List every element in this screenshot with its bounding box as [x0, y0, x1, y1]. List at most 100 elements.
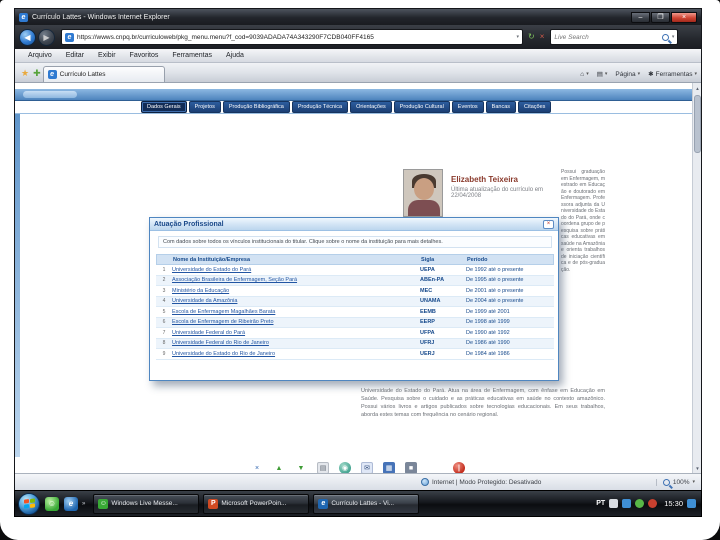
- lattes-tab-dados-gerais[interactable]: Dados Gerais: [141, 101, 187, 113]
- title-bar[interactable]: e Currículo Lattes - Windows Internet Ex…: [15, 9, 701, 25]
- address-input[interactable]: [77, 33, 514, 41]
- search-dropdown-icon[interactable]: ▾: [672, 34, 675, 40]
- lattes-nav-tabs: Dados Gerais Projetos Produção Bibliográ…: [15, 101, 701, 114]
- institution-sigla: ABEn-PA: [420, 277, 445, 284]
- institution-sigla: EERP: [420, 319, 435, 326]
- institution-sigla: MEC: [420, 287, 433, 294]
- page-menu-button[interactable]: Página ▾: [615, 71, 640, 78]
- row-number: 2: [162, 277, 166, 284]
- menu-ajuda[interactable]: Ajuda: [219, 52, 251, 59]
- lattes-tab-bancas[interactable]: Bancas: [485, 101, 517, 113]
- menu-favoritos[interactable]: Favoritos: [123, 52, 166, 59]
- address-dropdown-icon[interactable]: ▾: [516, 34, 519, 40]
- institution-link[interactable]: Universidade Federal do Rio de Janeiro: [172, 340, 420, 346]
- institution-link[interactable]: Ministério da Educação: [172, 288, 420, 294]
- menu-arquivo[interactable]: Arquivo: [21, 52, 59, 59]
- lattes-tab-citacoes[interactable]: Citações: [518, 101, 552, 113]
- lattes-tab-eventos[interactable]: Eventos: [451, 101, 484, 113]
- header-periodo: Período: [467, 256, 488, 263]
- institution-periodo: De 1990 até 1992: [466, 329, 510, 336]
- close-icon[interactable]: ×: [251, 462, 263, 473]
- institution-link[interactable]: Universidade do Estado do Pará: [172, 267, 420, 273]
- taskbar-button-ie[interactable]: e Currículo Lattes - Vi...: [313, 493, 420, 514]
- institution-link[interactable]: Escola de Enfermagem de Ribeirão Preto: [172, 319, 420, 325]
- scrollbar-down-icon[interactable]: ▼: [693, 463, 701, 473]
- lattes-logo: [23, 91, 77, 98]
- institution-link[interactable]: Escola de Enfermagem Magalhães Barata: [172, 309, 420, 315]
- close-button[interactable]: ×: [671, 11, 697, 23]
- lattes-tab-projetos[interactable]: Projetos: [188, 101, 221, 113]
- address-favicon: e: [65, 32, 74, 42]
- menu-editar[interactable]: Editar: [59, 52, 91, 59]
- institution-link[interactable]: Universidade do Estado do Rio de Janeiro: [172, 351, 420, 357]
- forward-button[interactable]: ▶: [38, 28, 55, 46]
- quicklaunch-messenger-icon[interactable]: ☺: [45, 496, 59, 511]
- powerpoint-icon: P: [208, 498, 219, 509]
- quicklaunch-chevron-icon[interactable]: »: [82, 501, 85, 507]
- print-caret-icon: ▾: [604, 71, 608, 77]
- search-icon[interactable]: [661, 33, 669, 41]
- scrollbar-up-icon[interactable]: ▲: [693, 83, 701, 93]
- help-icon[interactable]: ■: [405, 462, 417, 473]
- quicklaunch-ie-icon[interactable]: e: [64, 496, 78, 511]
- dialog-intro-text: Com dados sobre todos os vínculos instit…: [158, 236, 552, 248]
- back-button[interactable]: ◀: [19, 28, 36, 46]
- tools-menu-button[interactable]: ✱ Ferramentas ▾: [648, 70, 697, 79]
- browser-tab[interactable]: e Currículo Lattes: [42, 66, 165, 82]
- table-header-row: Nome da Instituição/Empresa Sigla Períod…: [156, 254, 554, 265]
- vertical-scrollbar[interactable]: ▲ ▼: [692, 83, 701, 473]
- tray-update-icon[interactable]: [635, 499, 645, 508]
- taskbar-button-messenger[interactable]: ☺ Windows Live Messe...: [93, 493, 200, 514]
- tray-network-icon[interactable]: [687, 499, 696, 508]
- globe-icon[interactable]: ◉: [339, 462, 351, 473]
- window-title: Currículo Lattes - Windows Internet Expl…: [32, 13, 170, 21]
- table-row: 9 Universidade do Estado do Rio de Janei…: [156, 349, 554, 360]
- home-button[interactable]: ⌂ ▾: [580, 71, 588, 78]
- favorites-star-icon[interactable]: ★: [21, 68, 29, 79]
- print-icon[interactable]: ▤: [317, 462, 329, 473]
- table-row: 2 Associação Brasileira de Enfermagem, S…: [156, 275, 554, 286]
- lattes-tab-producao-tecnica[interactable]: Produção Técnica: [291, 101, 349, 113]
- gear-icon: ✱: [648, 71, 654, 78]
- zone-text: Internet | Modo Protegido: Desativado: [432, 478, 542, 486]
- lattes-tab-producao-bibliografica[interactable]: Produção Bibliográfica: [222, 101, 290, 113]
- taskbar-button-powerpoint[interactable]: P Microsoft PowerPoin...: [203, 493, 310, 514]
- tray-security-icon[interactable]: [622, 499, 632, 508]
- refresh-icon[interactable]: ↻: [528, 33, 535, 41]
- menu-exibir[interactable]: Exibir: [91, 52, 123, 59]
- taskbar-clock[interactable]: 15:30: [664, 499, 683, 508]
- profile-photo: [403, 169, 443, 217]
- email-icon[interactable]: ✉: [361, 462, 373, 473]
- table-row: 1 Universidade do Estado do Pará UEPA De…: [156, 265, 554, 276]
- save-icon[interactable]: ▦: [383, 462, 395, 473]
- language-indicator[interactable]: PT: [596, 500, 605, 507]
- dialog-title-bar[interactable]: Atuação Profissional ×: [150, 218, 558, 231]
- tools-caret-icon: ▾: [694, 71, 697, 77]
- scroll-bottom-icon[interactable]: ▼: [295, 462, 307, 473]
- print-button[interactable]: ▤ ▾: [597, 70, 608, 78]
- menu-ferramentas[interactable]: Ferramentas: [165, 52, 219, 59]
- start-button[interactable]: [18, 492, 40, 515]
- tray-volume-icon[interactable]: [648, 499, 658, 508]
- add-favorite-icon[interactable]: ✚: [33, 68, 41, 79]
- lattes-tab-producao-cultural[interactable]: Produção Cultural: [393, 101, 450, 113]
- zoom-control[interactable]: 100% ▾: [655, 478, 695, 486]
- institution-link[interactable]: Associação Brasileira de Enfermagem, Seç…: [172, 277, 420, 283]
- minimize-button[interactable]: –: [631, 11, 650, 23]
- institution-sigla: UERJ: [420, 350, 435, 357]
- dialog-close-icon[interactable]: ×: [543, 219, 554, 229]
- institution-link[interactable]: Universidade da Amazônia: [172, 298, 420, 304]
- institution-sigla: UFPA: [420, 329, 435, 336]
- search-input[interactable]: [554, 33, 659, 41]
- table-row: 3 Ministério da Educação MEC De 2001 até…: [156, 286, 554, 297]
- tray-messenger-icon[interactable]: [609, 499, 619, 508]
- institution-link[interactable]: Universidade Federal do Pará: [172, 330, 420, 336]
- lattes-tab-orientacoes[interactable]: Orientações: [350, 101, 392, 113]
- scroll-top-icon[interactable]: ▲: [273, 462, 285, 473]
- institution-periodo: De 1998 até 1999: [466, 319, 510, 326]
- windows-taskbar: ☺ e » ☺ Windows Live Messe... P Microsof…: [14, 490, 702, 517]
- stop-icon[interactable]: ×: [540, 33, 545, 41]
- maximize-button[interactable]: ❐: [651, 11, 670, 23]
- power-icon[interactable]: |: [453, 462, 465, 473]
- scrollbar-thumb[interactable]: [694, 95, 701, 153]
